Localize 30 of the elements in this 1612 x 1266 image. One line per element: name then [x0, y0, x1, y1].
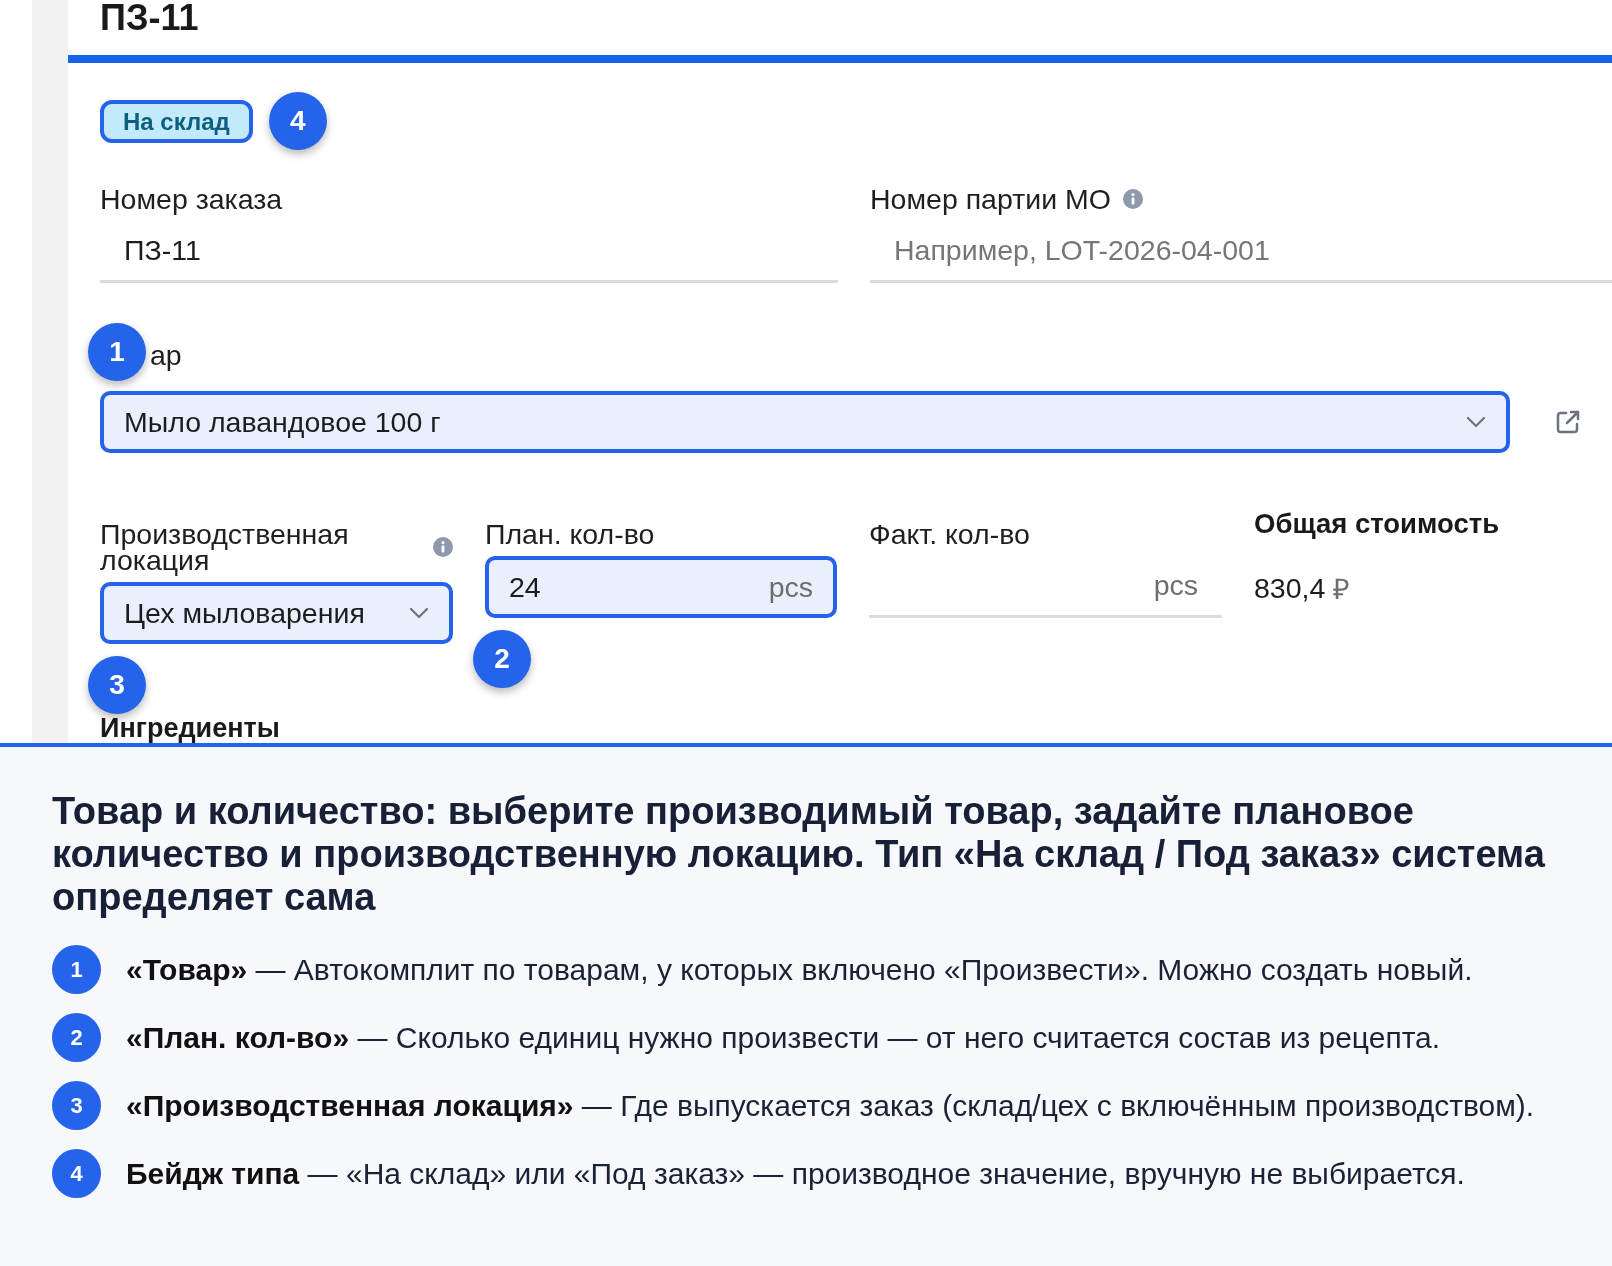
input-field[interactable]: ПЗ-11 — [100, 221, 838, 283]
help-title: Товар и количество: выберите производимый товар, задайте плановое количество и производственную локацию. Тип «На склад / Под заказ» система определяет сама — [52, 790, 1546, 919]
total-value: 830,4 — [1254, 571, 1326, 605]
field-label: Факт. кол-во — [869, 521, 1030, 547]
input-field[interactable]: Например, LOT-2026-04-001 — [870, 221, 1612, 283]
step-marker: 4 — [268, 92, 327, 150]
type-badge: На склад — [100, 99, 253, 143]
select-field[interactable]: Цех мыловарения — [100, 582, 453, 644]
chevron-down-icon — [409, 607, 429, 619]
page-title: ПЗ-11 — [100, 0, 199, 36]
select-field[interactable]: Мыло лавандовое 100 г — [100, 391, 1510, 453]
total-label: Общая стоимость — [1254, 510, 1500, 537]
step-marker: 2 — [52, 1013, 101, 1062]
chevron-down-icon — [1466, 416, 1486, 428]
help-item-text: «Производственная локация» — Где выпускается заказ (склад/цех с включённым производством). — [126, 1088, 1535, 1123]
step-marker: 3 — [52, 1081, 101, 1130]
step-marker: 1 — [52, 945, 101, 994]
step-marker: 1 — [88, 323, 146, 381]
input-field[interactable]: pcs — [869, 556, 1222, 618]
step-marker: 4 — [52, 1149, 101, 1198]
step-marker: 2 — [473, 630, 531, 688]
help-item-text: Бейдж типа — «На склад» или «Под заказ» — производное значение, вручную не выбирается. — [126, 1156, 1465, 1191]
help-item-text: «Товар» — Автокомплит по товарам, у которых включено «Произвести». Можно создать новый. — [126, 952, 1473, 987]
step-marker: 3 — [88, 656, 146, 714]
currency-sign: ₽ — [1333, 572, 1351, 607]
input-field[interactable]: 24 pcs — [485, 556, 837, 618]
section-heading: Ингредиенты — [100, 714, 280, 743]
field-label: План. кол-во — [485, 521, 655, 547]
help-item-text: «План. кол-во» — Сколько единиц нужно произвести — от него считается состав из рецепта. — [126, 1020, 1441, 1055]
external-link-icon[interactable] — [1554, 408, 1582, 436]
